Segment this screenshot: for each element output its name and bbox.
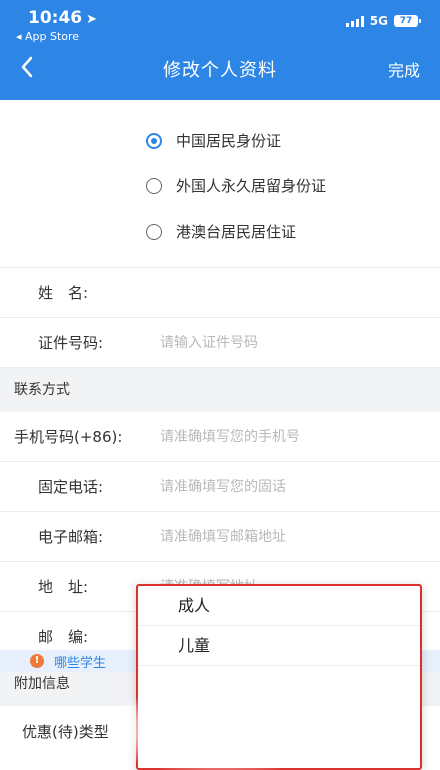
id-type-option-hmt[interactable]: 港澳台居民居住证 — [146, 221, 296, 242]
id-type-label: 外国人永久居留身份证 — [176, 177, 327, 195]
id-type-option-resident[interactable]: 中国居民身份证 — [146, 130, 281, 151]
status-time: 10:46 ➤ — [28, 8, 97, 28]
id-type-radio-group: 中国居民身份证 外国人永久居留身份证 港澳台居民居住证 — [0, 110, 440, 268]
radio-unchecked-icon — [146, 177, 162, 194]
notice-text: 哪些学生 — [54, 655, 107, 671]
id-type-label: 中国居民身份证 — [176, 132, 282, 150]
battery-icon: 77 — [394, 15, 421, 27]
radio-checked-icon — [146, 132, 162, 149]
mobile-row: 手机号码(+86): — [0, 412, 440, 462]
info-icon: ! — [30, 654, 44, 668]
phone-row: 固定电话: — [0, 462, 440, 512]
option-adult[interactable]: 成人 — [138, 586, 420, 626]
name-label: 姓 名: — [38, 284, 89, 302]
name-input[interactable] — [160, 284, 440, 301]
phone-label: 固定电话: — [38, 478, 104, 496]
mobile-label: 手机号码(+86): — [14, 428, 123, 446]
mobile-input[interactable] — [160, 428, 440, 445]
option-child[interactable]: 儿童 — [138, 626, 420, 666]
email-row: 电子邮箱: — [0, 512, 440, 562]
id-number-input[interactable] — [160, 334, 440, 351]
status-time-text: 10:46 — [28, 8, 83, 28]
page-title: 修改个人资料 — [163, 60, 277, 81]
radio-unchecked-icon — [146, 223, 162, 240]
name-row: 姓 名: — [0, 268, 440, 318]
id-type-option-foreigner[interactable]: 外国人永久居留身份证 — [146, 175, 326, 196]
email-label: 电子邮箱: — [38, 528, 104, 546]
discount-type-popup: 成人 儿童 — [136, 584, 422, 770]
email-input[interactable] — [160, 528, 440, 545]
status-indicators: 5G 77 — [345, 14, 421, 28]
network-type: 5G — [369, 14, 388, 28]
id-number-row: 证件号码: — [0, 318, 440, 368]
done-button[interactable]: 完成 — [388, 57, 420, 81]
signal-icon — [345, 15, 364, 27]
app-header: 10:46 ➤ ◂ App Store 5G 77 修改个人资料 完成 — [0, 0, 440, 100]
phone-input[interactable] — [160, 478, 440, 495]
location-arrow-icon: ➤ — [86, 12, 98, 27]
id-number-label: 证件号码: — [38, 334, 104, 352]
contact-section-header: 联系方式 — [0, 368, 440, 412]
back-to-app-store[interactable]: ◂ App Store — [16, 30, 79, 43]
id-type-label: 港澳台居民居住证 — [176, 223, 297, 241]
